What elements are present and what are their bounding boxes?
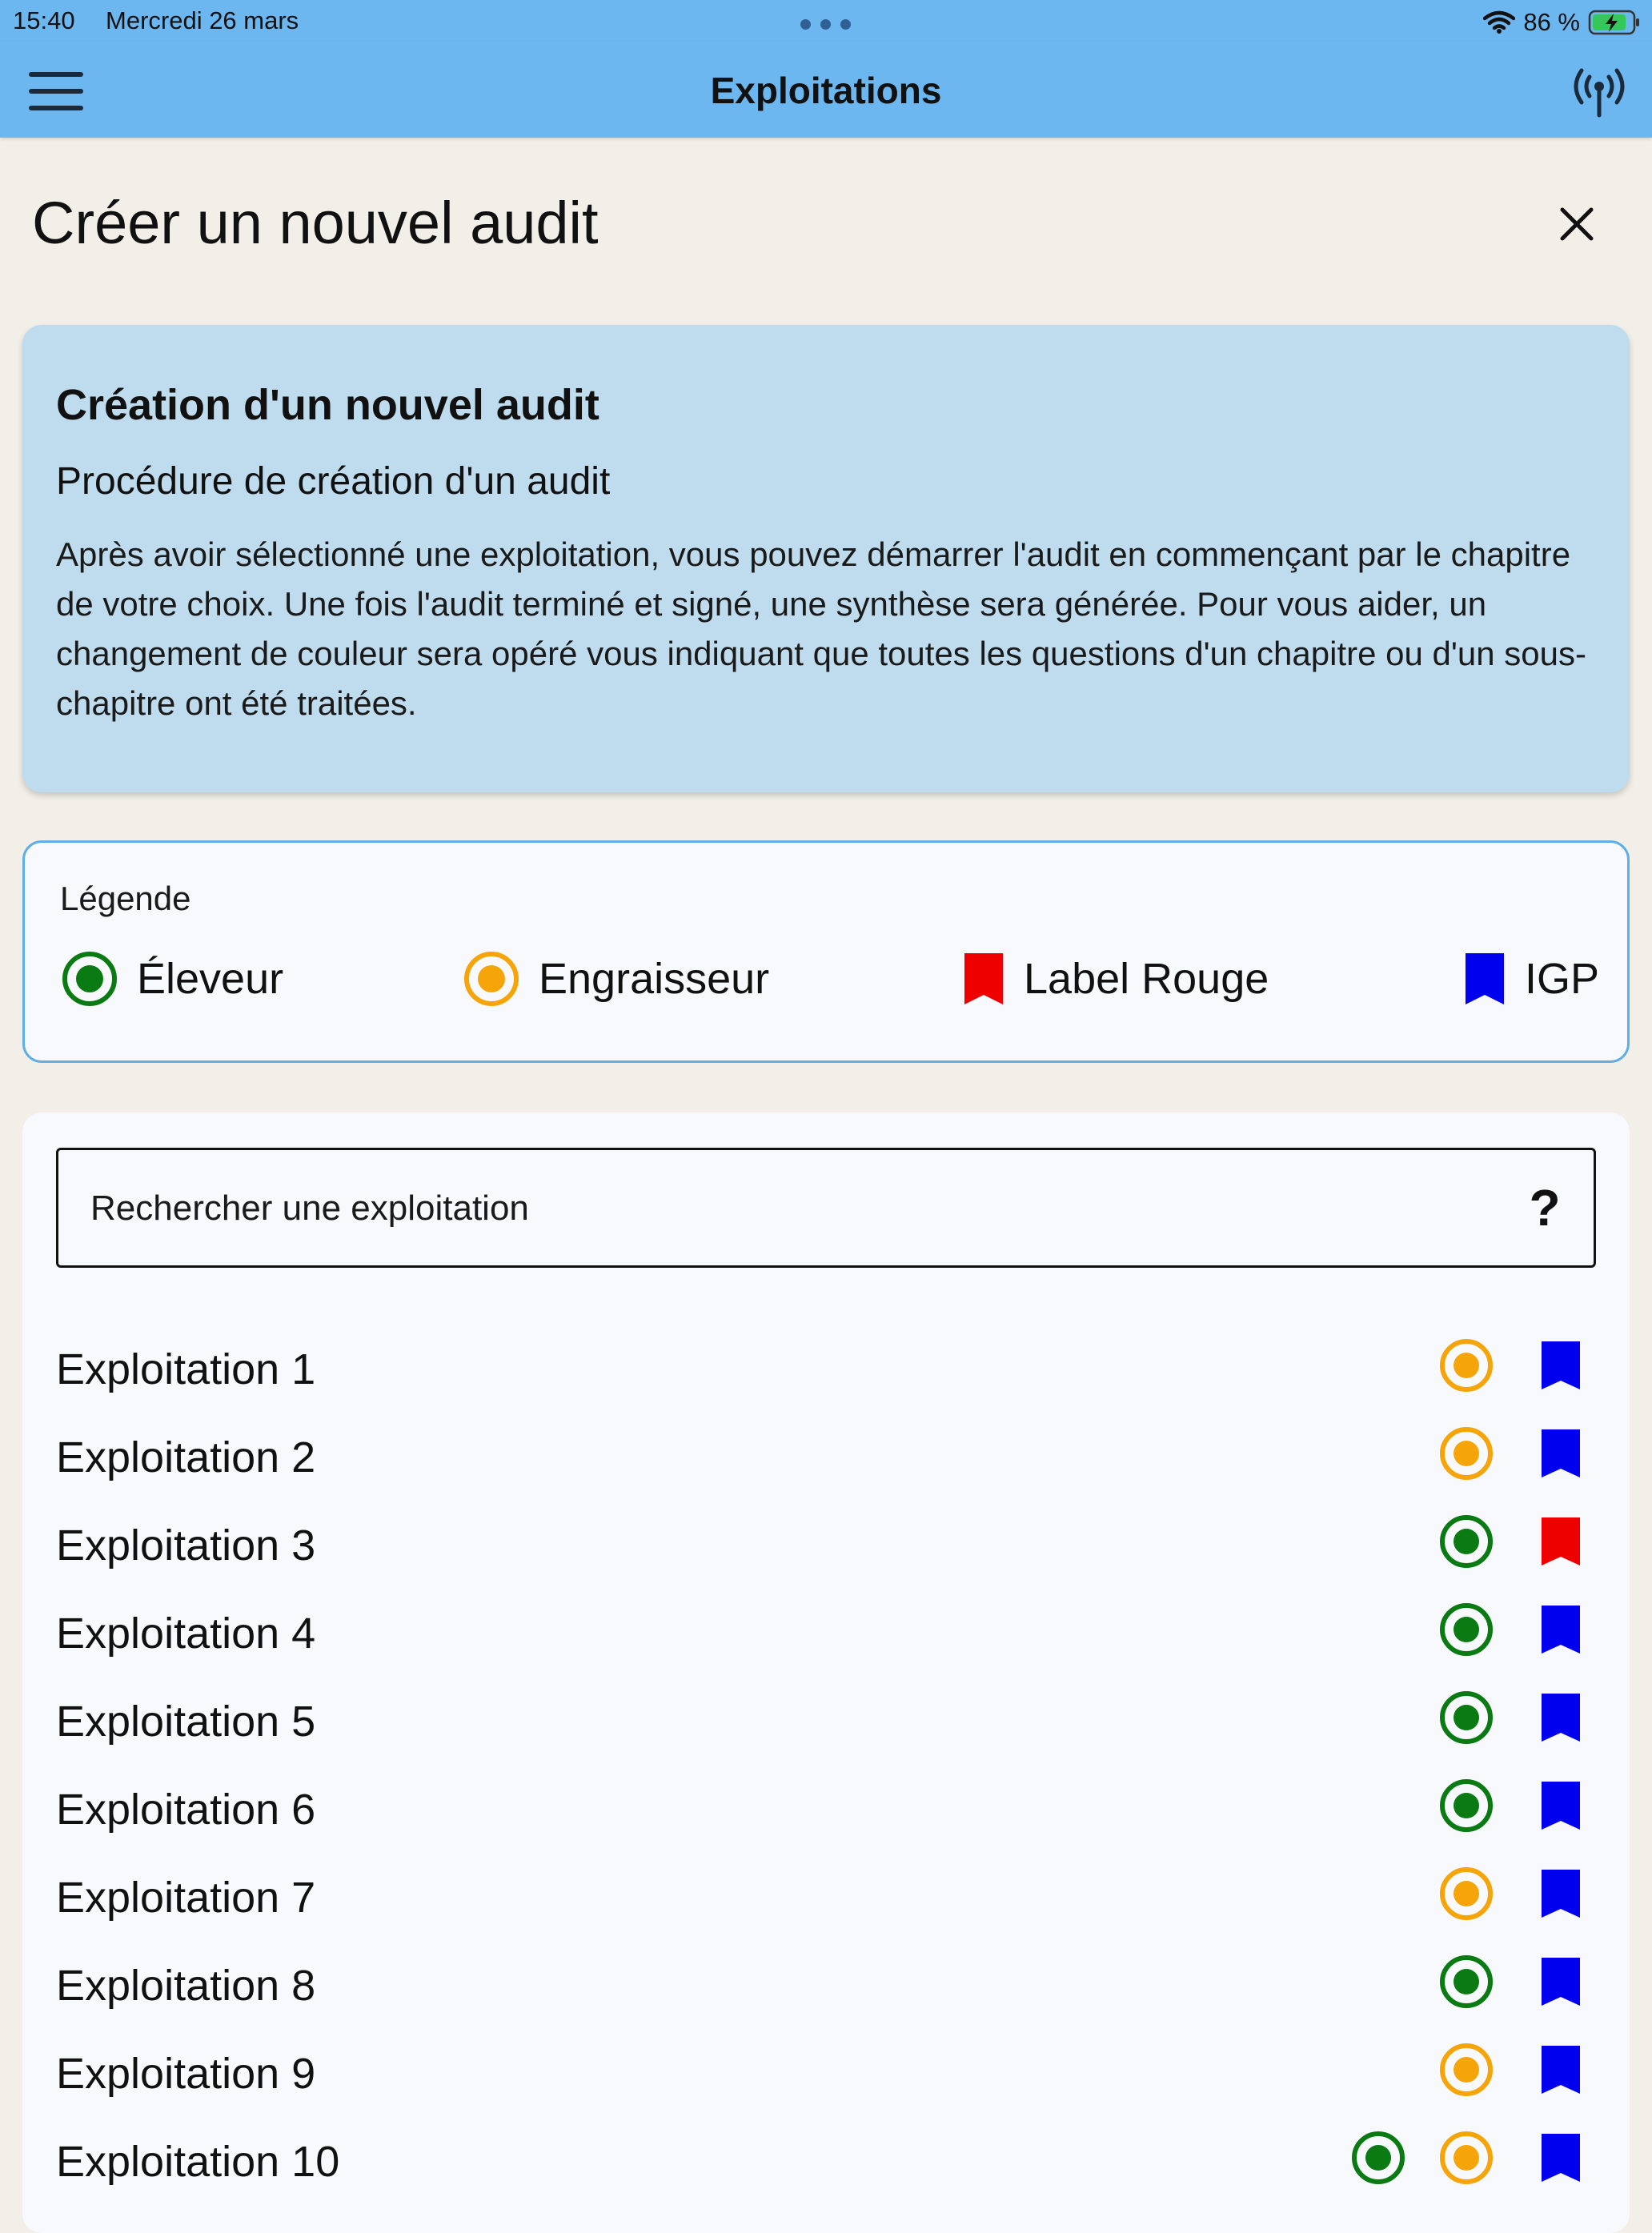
legend-label: Éleveur: [137, 955, 284, 1003]
bookmark-icon: [1466, 953, 1504, 1004]
farm-badges: [1407, 1686, 1596, 1750]
farm-name: Exploitation 10: [56, 2138, 340, 2186]
app-bar: Exploitations: [0, 42, 1652, 138]
battery-percent: 86 %: [1523, 8, 1580, 36]
engraisseur-radio-dot-icon: [1440, 2043, 1493, 2096]
engraisseur-radio-dot-icon: [1440, 2131, 1493, 2184]
eleveur-radio-dot-icon: [1440, 1691, 1493, 1744]
farm-row[interactable]: Exploitation 9: [56, 2038, 1596, 2126]
info-body: Après avoir sélectionné une exploitation…: [56, 535, 1586, 723]
radio-dot-icon: [62, 952, 117, 1006]
bookmark-icon: [964, 953, 1003, 1004]
farm-row[interactable]: Exploitation 8: [56, 1950, 1596, 2038]
igp-bookmark-icon: [1542, 1870, 1580, 1918]
farm-row[interactable]: Exploitation 4: [56, 1598, 1596, 1686]
status-bar: 15:40 Mercredi 26 mars 86 %: [0, 0, 1652, 42]
engraisseur-radio-dot-icon: [1440, 1867, 1493, 1920]
eleveur-radio-dot-icon: [1440, 1603, 1493, 1656]
igp-bookmark-icon: [1542, 1341, 1580, 1389]
label-rouge-bookmark-icon: [1542, 1517, 1580, 1566]
farm-list-card: ? Exploitation 1 Exploitation 2 Exploitati…: [22, 1112, 1630, 2233]
farm-badges: [1407, 1774, 1596, 1838]
battery-charging-icon: [1588, 10, 1639, 35]
info-card: Création d'un nouvel audit Procédure de …: [22, 325, 1630, 792]
eleveur-radio-dot-icon: [1440, 1515, 1493, 1568]
eleveur-radio-dot-icon: [1352, 2131, 1405, 2184]
legend-item-engraisseur: Engraisseur: [462, 947, 769, 1011]
farm-badges: [1407, 1950, 1596, 2014]
igp-bookmark-icon: [1542, 1958, 1580, 2006]
close-icon[interactable]: [1556, 203, 1598, 245]
farm-name: Exploitation 8: [56, 1962, 316, 2010]
farm-badges: [1407, 1862, 1596, 1926]
farm-row[interactable]: Exploitation 5: [56, 1686, 1596, 1774]
farm-badges: [1407, 2038, 1596, 2102]
legend-title: Légende: [60, 880, 191, 917]
engraisseur-radio-dot-icon: [1440, 1427, 1493, 1480]
farm-row[interactable]: Exploitation 3: [56, 1509, 1596, 1598]
farm-row[interactable]: Exploitation 10: [56, 2126, 1596, 2214]
legend-label: IGP: [1525, 955, 1600, 1003]
igp-bookmark-icon: [1542, 1429, 1580, 1477]
farm-row[interactable]: Exploitation 2: [56, 1421, 1596, 1509]
legend-label: Engraisseur: [539, 955, 770, 1003]
legend-label: Label Rouge: [1024, 955, 1269, 1003]
farm-badges: [1407, 1333, 1596, 1397]
farm-name: Exploitation 2: [56, 1433, 316, 1481]
search-input[interactable]: [89, 1150, 1517, 1267]
farm-badges: [1319, 2126, 1596, 2190]
igp-bookmark-icon: [1542, 1606, 1580, 1654]
farm-badges: [1407, 1598, 1596, 1662]
farm-name: Exploitation 1: [56, 1345, 316, 1393]
farm-row[interactable]: Exploitation 6: [56, 1774, 1596, 1862]
status-date: Mercredi 26 mars: [106, 6, 299, 34]
farm-name: Exploitation 6: [56, 1786, 316, 1834]
legend-card: Légende Éleveur Engraisseur Label Rouge …: [22, 840, 1630, 1063]
farm-badges: [1407, 1421, 1596, 1485]
legend-item-label-rouge: Label Rouge: [961, 947, 1269, 1011]
igp-bookmark-icon: [1542, 2046, 1580, 2094]
engraisseur-radio-dot-icon: [1440, 1339, 1493, 1392]
igp-bookmark-icon: [1542, 1694, 1580, 1742]
eleveur-radio-dot-icon: [1440, 1955, 1493, 2008]
farm-name: Exploitation 4: [56, 1610, 316, 1658]
igp-bookmark-icon: [1542, 1782, 1580, 1830]
farm-name: Exploitation 9: [56, 2050, 316, 2098]
farm-badges: [1407, 1509, 1596, 1574]
multitasking-dots-icon[interactable]: [800, 16, 852, 30]
igp-bookmark-icon: [1542, 2134, 1580, 2182]
legend-item-eleveur: Éleveur: [60, 947, 283, 1011]
farm-row[interactable]: Exploitation 7: [56, 1862, 1596, 1950]
farm-row[interactable]: Exploitation 1: [56, 1333, 1596, 1421]
legend-item-igp: IGP: [1462, 947, 1599, 1011]
help-icon[interactable]: ?: [1525, 1179, 1565, 1237]
status-right: 86 %: [1483, 6, 1641, 38]
info-subheading: Procédure de création d'un audit: [56, 459, 611, 503]
antenna-broadcast-icon[interactable]: [1569, 62, 1630, 118]
farm-name: Exploitation 5: [56, 1698, 316, 1746]
eleveur-radio-dot-icon: [1440, 1779, 1493, 1832]
farm-name: Exploitation 3: [56, 1521, 316, 1570]
farm-name: Exploitation 7: [56, 1874, 316, 1922]
info-heading: Création d'un nouvel audit: [56, 381, 599, 429]
radio-dot-icon: [464, 952, 519, 1006]
search-box: ?: [56, 1148, 1596, 1268]
page-title: Créer un nouvel audit: [32, 190, 599, 256]
status-time: 15:40: [13, 6, 75, 34]
wifi-icon: [1483, 10, 1516, 34]
app-title: Exploitations: [710, 70, 942, 111]
